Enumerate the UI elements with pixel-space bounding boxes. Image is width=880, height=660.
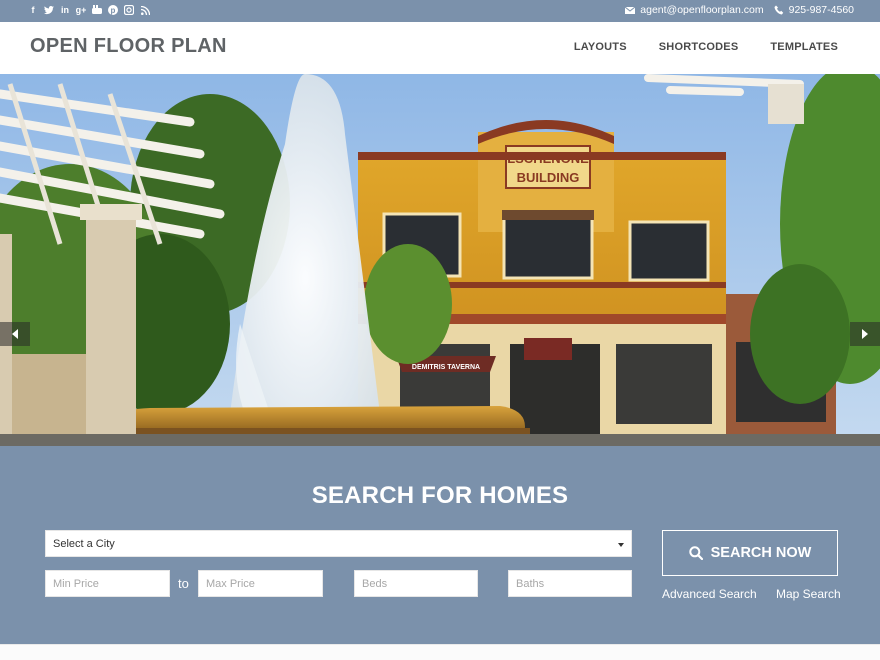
nav-shortcodes[interactable]: SHORTCODES bbox=[659, 41, 739, 53]
search-now-label: SEARCH NOW bbox=[710, 545, 812, 561]
hero-image: LSCHENONE BUILDING DEMITRIS TAVERNA bbox=[0, 74, 880, 446]
facebook-icon[interactable]: f bbox=[28, 3, 38, 17]
home-search-section: SEARCH FOR HOMES Select a City Min Price… bbox=[0, 446, 880, 644]
caret-down-icon bbox=[618, 543, 624, 547]
next-arrow-icon bbox=[862, 329, 868, 339]
page-bottom-strip bbox=[0, 644, 880, 660]
site-header: OPEN FLOOR PLAN LAYOUTS SHORTCODES TEMPL… bbox=[0, 22, 880, 74]
twitter-icon[interactable] bbox=[44, 3, 54, 17]
main-nav: LAYOUTS SHORTCODES TEMPLATES bbox=[574, 41, 838, 53]
building-sign-line2: BUILDING bbox=[517, 170, 580, 185]
max-price-input[interactable]: Max Price bbox=[198, 570, 323, 597]
email-contact[interactable]: agent@openfloorplan.com bbox=[625, 4, 764, 16]
svg-text:p: p bbox=[111, 6, 116, 15]
min-price-input[interactable]: Min Price bbox=[45, 570, 170, 597]
search-icon bbox=[688, 546, 703, 560]
advanced-search-link[interactable]: Advanced Search bbox=[662, 587, 757, 601]
nav-templates[interactable]: TEMPLATES bbox=[770, 41, 838, 53]
search-title: SEARCH FOR HOMES bbox=[311, 482, 569, 509]
youtube-icon[interactable] bbox=[92, 3, 102, 17]
top-bar: f in g+ p agent@openfloorplan.com 925-98… bbox=[0, 0, 880, 22]
city-select-value: Select a City bbox=[53, 538, 115, 550]
instagram-icon[interactable] bbox=[124, 3, 134, 17]
beds-input[interactable]: Beds bbox=[354, 570, 478, 597]
phone-icon bbox=[774, 5, 783, 15]
envelope-icon bbox=[625, 6, 636, 14]
map-search-link[interactable]: Map Search bbox=[776, 587, 841, 601]
google-plus-icon[interactable]: g+ bbox=[76, 3, 87, 17]
pinterest-icon[interactable]: p bbox=[108, 3, 118, 17]
awning-text: DEMITRIS TAVERNA bbox=[412, 364, 480, 371]
linkedin-icon[interactable]: in bbox=[60, 3, 70, 17]
site-logo[interactable]: OPEN FLOOR PLAN bbox=[30, 35, 227, 58]
phone-text[interactable]: 925-987-4560 bbox=[789, 4, 854, 16]
hero-slider: LSCHENONE BUILDING DEMITRIS TAVERNA bbox=[0, 74, 880, 446]
to-label: to bbox=[178, 576, 189, 591]
city-select[interactable]: Select a City bbox=[45, 530, 632, 557]
contact-info: agent@openfloorplan.com 925-987-4560 bbox=[625, 4, 854, 16]
email-text[interactable]: agent@openfloorplan.com bbox=[640, 4, 763, 16]
social-links: f in g+ p bbox=[28, 3, 150, 17]
phone-contact[interactable]: 925-987-4560 bbox=[774, 4, 854, 16]
slider-next-button[interactable] bbox=[850, 322, 880, 346]
baths-input[interactable]: Baths bbox=[508, 570, 632, 597]
nav-layouts[interactable]: LAYOUTS bbox=[574, 41, 627, 53]
rss-icon[interactable] bbox=[140, 3, 150, 17]
search-now-button[interactable]: SEARCH NOW bbox=[662, 530, 838, 576]
slider-prev-button[interactable] bbox=[0, 322, 30, 346]
previous-arrow-icon bbox=[12, 329, 18, 339]
